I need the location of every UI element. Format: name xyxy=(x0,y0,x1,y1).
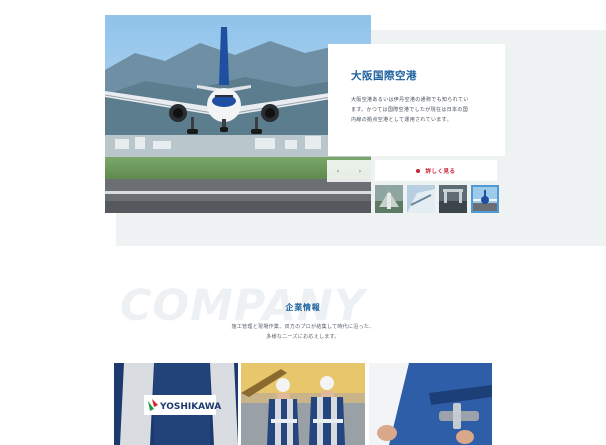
feature-description: 大阪空港あるいは伊丹空港の通称でも知られてい ます。かつては国際空港でしたが現在… xyxy=(351,95,483,126)
company-photo-harness xyxy=(369,363,492,445)
feature-description-line: 大阪空港あるいは伊丹空港の通称でも知られてい xyxy=(351,97,469,103)
thumbnail-4-active[interactable] xyxy=(471,185,499,213)
company-description-line: 多様なニーズにお応えします。 xyxy=(266,334,340,340)
company-description-line: 施工管理と現場作業、双方のプロが結集して時代に沿った、 xyxy=(231,324,375,330)
slider-prev-button[interactable]: ‹ xyxy=(327,160,349,182)
feature-description-line: ます。かつては国際空港でしたが現在は日本の国 xyxy=(351,107,469,114)
thumbnail-2[interactable] xyxy=(407,185,435,213)
feature-title: 大阪国際空港 xyxy=(351,70,417,82)
bullet-dot-icon xyxy=(416,168,421,173)
vest-logo-text: YOSHIKAWA xyxy=(159,402,221,412)
chevron-right-icon: › xyxy=(358,167,362,175)
see-more-button[interactable]: 詳しく見る xyxy=(375,160,497,181)
chevron-left-icon: ‹ xyxy=(336,167,340,175)
see-more-label: 詳しく見る xyxy=(425,168,456,175)
company-photo-workers xyxy=(241,363,365,445)
company-section-description: 施工管理と現場作業、双方のプロが結集して時代に沿った、 多様なニーズにお応えしま… xyxy=(0,322,606,342)
feature-card: 大阪国際空港 大阪空港あるいは伊丹空港の通称でも知られてい ます。かつては国際空… xyxy=(328,44,505,156)
company-photo-vest: YOSHIKAWA xyxy=(114,363,238,445)
thumbnail-1[interactable] xyxy=(375,185,403,213)
feature-description-line: 内線の拠点空港として運用されています。 xyxy=(351,117,452,124)
company-section-title: 企業情報 xyxy=(285,303,321,312)
thumbnail-3[interactable] xyxy=(439,185,467,213)
thumbnail-strip xyxy=(375,185,499,213)
slider-next-button[interactable]: › xyxy=(349,160,371,182)
